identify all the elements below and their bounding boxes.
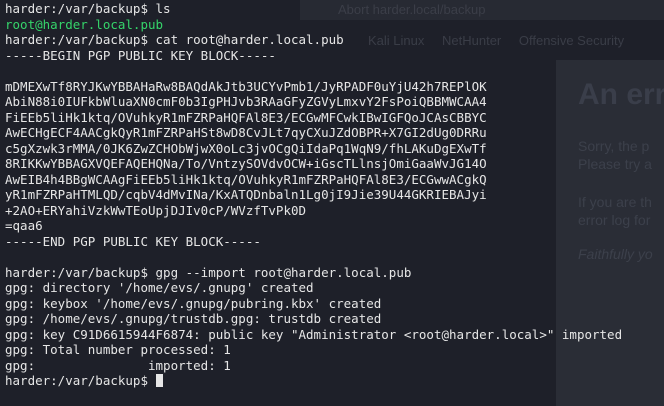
- terminal-line: =qaa6: [5, 218, 43, 233]
- terminal-line: gpg: /home/evs/.gnupg/trustdb.gpg: trust…: [5, 311, 382, 326]
- terminal-line: harder:/var/backup$ cat root@harder.loca…: [5, 32, 344, 47]
- terminal-line: harder:/var/backup$ gpg --import root@ha…: [5, 264, 412, 280]
- terminal-line: -----BEGIN PGP PUBLIC KEY BLOCK-----: [5, 47, 276, 63]
- terminal-line: AwEIB4h4BBgWCAAgFiEEb5liHk1ktq/OVuhkyR1m…: [5, 171, 487, 187]
- terminal-output[interactable]: harder:/var/backup$ ls root@harder.local.…: [0, 0, 664, 406]
- terminal-line: root@harder.local.pub: [5, 16, 164, 32]
- terminal-line: yR1mFZRPaHTMLQD/cqbV4dMvINa/KxATQDnbaln1…: [5, 187, 487, 202]
- shell-prompt: harder:/var/backup$: [5, 373, 156, 388]
- terminal-line: AbiN88i0IUFkbWluaXN0cmF0b3IgPHJvb3RAaGFy…: [5, 94, 487, 109]
- terminal-line: gpg: Total number processed: 1: [5, 342, 231, 357]
- terminal-line: mDMEXwTf8RYJKwYBBAHaRw8BAQdAkJtb3UCYvPmb…: [5, 78, 487, 94]
- terminal-line: +2AO+ERYahiVzkWwTEoUpjDJIv0cP/WVzfTvPk0D: [5, 202, 307, 218]
- terminal-line: gpg: directory '/home/evs/.gnupg' create…: [5, 280, 314, 295]
- terminal-line: 8RIKKwYBBAGXVQEFAQEHQNa/To/VntzySOVdvOCW…: [5, 156, 487, 171]
- terminal-prompt-line[interactable]: harder:/var/backup$: [5, 373, 664, 389]
- terminal-line: gpg: key C91D6615944F6874: public key "A…: [5, 326, 623, 342]
- terminal-line: AwECHgECF4AACgkQyR1mFZRPaHSt8wD8CvJLt7qy…: [5, 125, 487, 140]
- text-cursor: [155, 374, 163, 387]
- terminal-line: c5gXzwk3rMMA/0JK6ZwZCHObWjwX0oLc3jvOCgQi…: [5, 140, 487, 156]
- terminal-line: gpg: keybox '/home/evs/.gnupg/pubring.kb…: [5, 295, 382, 311]
- terminal-line: FiEEb5liHk1ktq/OVuhkyR1mFZRPaHQFAl8E3/EC…: [5, 109, 487, 125]
- terminal-line: harder:/var/backup$ ls: [5, 1, 171, 16]
- screen: Abort harder.local/backup Kali Linux Net…: [0, 0, 664, 406]
- terminal-line: gpg: imported: 1: [5, 357, 231, 373]
- terminal-line: -----END PGP PUBLIC KEY BLOCK-----: [5, 233, 261, 249]
